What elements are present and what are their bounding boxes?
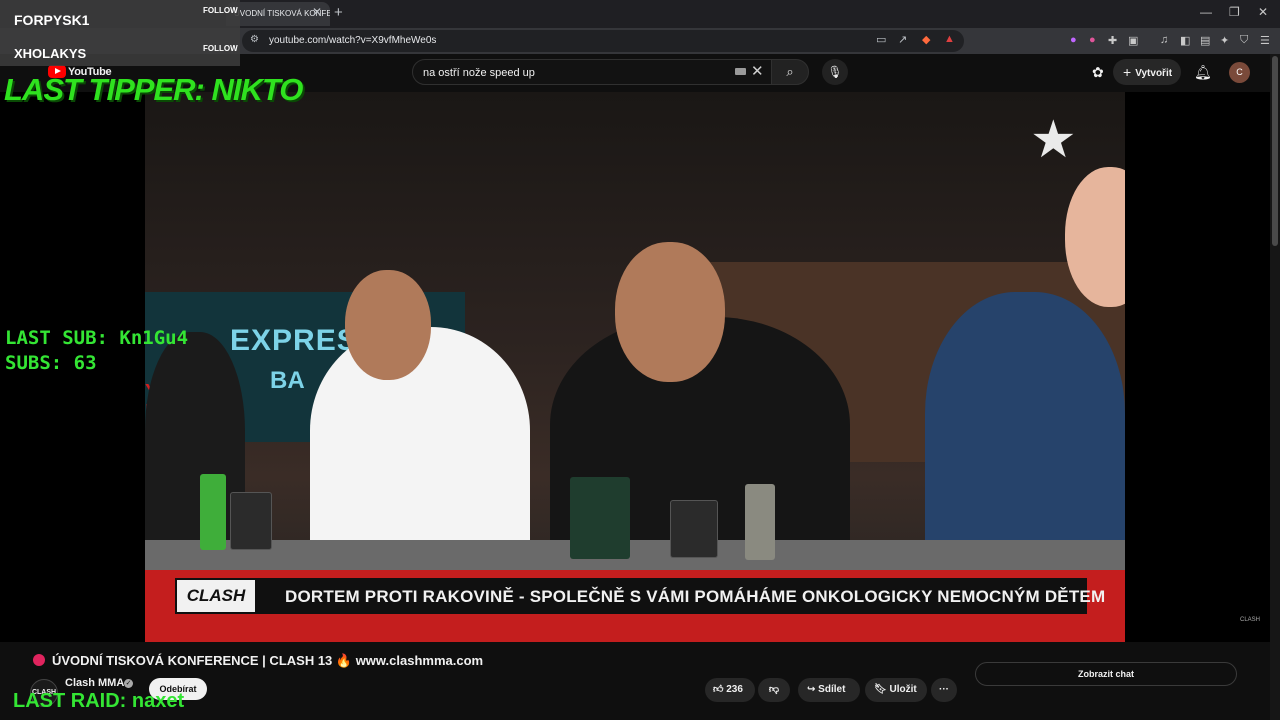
save-label: Uložit (889, 684, 917, 695)
chromecast-icon[interactable]: ✿ (1092, 64, 1104, 81)
thumbs-up-icon: 👍︎ (713, 684, 724, 695)
browser-menu-icon[interactable]: ☰ (1260, 34, 1270, 47)
overlay-follower-name-1: FORPYSK1 (14, 12, 90, 28)
lower-third-text: DORTEM PROTI RAKOVINĚ - SPOLEČNĚ S VÁMI … (285, 587, 1106, 606)
scrollbar-thumb[interactable] (1272, 56, 1278, 246)
person-white-shirt-head (345, 270, 431, 380)
sidebar-icon[interactable]: ◧ (1180, 34, 1190, 47)
overlay-follower-box-2: XHOLAKYS FOLLOW (0, 38, 240, 66)
show-chat-button[interactable]: Zobrazit chat (975, 662, 1237, 686)
share-button[interactable]: ↪ Sdílet (798, 678, 860, 702)
share-page-icon[interactable]: ↗ (898, 33, 907, 46)
video-player[interactable]: EXPRES BA YMHAI ★ CLASH DORTEM PROTI RAK… (0, 92, 1270, 642)
share-icon: ↪ (807, 684, 816, 695)
account-avatar[interactable]: C (1229, 62, 1250, 83)
channel-name[interactable]: Clash MMA (65, 677, 124, 689)
lower-third-bar: CLASH DORTEM PROTI RAKOVINĚ - SPOLEČNĚ S… (175, 578, 1105, 614)
overlay-follower-box-1: FORPYSK1 FOLLOW (0, 0, 240, 38)
overlay-subs-count: SUBS: 63 (5, 352, 97, 374)
overlay-follower-name-2: XHOLAKYS (14, 46, 87, 61)
more-icon: ··· (939, 684, 949, 695)
clash-star-logo-icon: ★ (1030, 111, 1077, 169)
plus-icon: + (1123, 64, 1132, 80)
page-scrollbar[interactable] (1270, 54, 1280, 720)
supplement-jar (570, 477, 630, 559)
extension-puzzle-icon[interactable]: ✚ (1108, 34, 1117, 47)
extension-screenshot-icon[interactable]: ▣ (1128, 34, 1138, 47)
cast-icon[interactable]: ▭ (876, 33, 886, 46)
drink-can-silver (745, 484, 775, 560)
voice-search-button[interactable]: 🎙 (822, 59, 848, 85)
minimize-icon[interactable]: — (1200, 5, 1212, 19)
clear-search-icon[interactable]: ✕ (751, 62, 764, 80)
person-black-shirt-head (615, 242, 725, 382)
maximize-icon[interactable]: ❐ (1229, 5, 1240, 19)
share-label: Sdílet (818, 684, 846, 695)
person-denim-shirt (925, 292, 1125, 562)
microphone-icon: 🎙 (827, 65, 843, 79)
site-info-icon[interactable]: ⚙ (250, 34, 259, 45)
overlay-last-sub: LAST SUB: Kn1Gu4 (5, 327, 189, 349)
notifications-bell-icon[interactable]: 🔔︎ (1194, 64, 1212, 81)
video-title: ÚVODNÍ TISKOVÁ KONFERENCE | CLASH 13 🔥 w… (52, 653, 484, 668)
search-box[interactable]: na ostří nože speed up ✕ (412, 59, 772, 85)
wallet-icon[interactable]: ▤ (1200, 34, 1210, 47)
extension-2-icon[interactable]: ● (1089, 34, 1096, 46)
window-close-icon[interactable]: ✕ (1258, 5, 1268, 19)
video-frame: EXPRES BA YMHAI ★ CLASH DORTEM PROTI RAK… (145, 92, 1125, 642)
create-label: Vytvořit (1135, 68, 1173, 79)
lower-third-banner: CLASH DORTEM PROTI RAKOVINĚ - SPOLEČNĚ S… (145, 570, 1125, 642)
create-button[interactable]: + Vytvořit (1113, 59, 1181, 85)
thumbs-down-icon: 👎︎ (768, 684, 780, 695)
search-icon: ⌕ (786, 64, 794, 79)
leo-ai-icon[interactable]: ✦ (1220, 34, 1229, 47)
extension-1-icon[interactable]: ● (1070, 34, 1077, 46)
drink-can-green (200, 474, 226, 550)
background-sign-text: EXPRES (230, 324, 358, 357)
live-indicator-icon (33, 654, 45, 666)
background-sign-text-2: BA (270, 367, 305, 394)
keyboard-icon[interactable] (735, 68, 746, 75)
new-tab-icon[interactable]: + (334, 4, 343, 21)
like-button[interactable]: 👍︎ 236 (705, 678, 755, 702)
save-button[interactable]: 🔖︎ Uložit (865, 678, 927, 702)
video-info-section: ÚVODNÍ TISKOVÁ KONFERENCE | CLASH 13 🔥 w… (0, 642, 1270, 720)
bookmark-icon: 🔖︎ (874, 684, 887, 695)
corner-watermark: CLASH (1240, 617, 1261, 623)
vpn-icon[interactable]: ⛉ (1240, 34, 1248, 47)
lower-third-logo: CLASH (177, 580, 255, 612)
brave-shield-icon[interactable]: ◆ (922, 33, 930, 46)
search-button[interactable]: ⌕ (771, 59, 809, 85)
dislike-button[interactable]: 👎︎ (758, 678, 790, 702)
address-url: youtube.com/watch?v=X9vfMheWe0s (269, 35, 437, 46)
overlay-last-raid: LAST RAID: naxet (13, 690, 185, 712)
verified-badge-icon: ✓ (124, 679, 133, 688)
overlay-follow-label-1: FOLLOW (203, 6, 238, 15)
address-bar[interactable]: ⚙ youtube.com/watch?v=X9vfMheWe0s ▭ ↗ ◆ … (242, 30, 964, 52)
more-actions-button[interactable]: ··· (931, 678, 957, 702)
tab-close-icon[interactable]: ✕ (312, 5, 322, 19)
search-input[interactable]: na ostří nože speed up (423, 67, 535, 79)
glass-2 (670, 500, 718, 558)
overlay-last-tipper: LAST TIPPER: NIKTO (4, 72, 303, 107)
glass (230, 492, 272, 550)
media-controls-icon[interactable]: ♫ (1160, 34, 1168, 46)
like-count: 236 (726, 684, 743, 695)
overlay-follow-label-2: FOLLOW (203, 44, 238, 53)
rewards-icon[interactable]: ▲ (944, 33, 955, 45)
